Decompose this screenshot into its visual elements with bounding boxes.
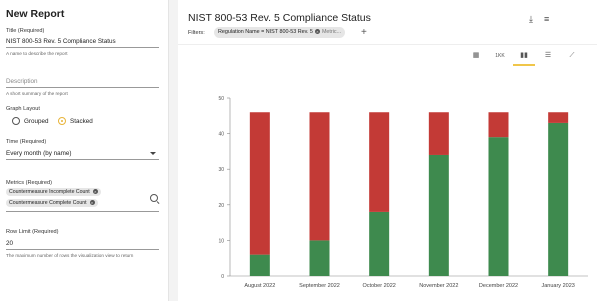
stacked-radio-label[interactable]: Stacked (70, 118, 93, 125)
x-tick-label: January 2023 (541, 283, 574, 289)
remove-chip-icon[interactable]: × (89, 200, 95, 206)
bar-chart-icon[interactable]: ☰ (537, 48, 559, 64)
search-icon[interactable] (150, 194, 158, 202)
bar-complete (488, 137, 509, 276)
report-settings-panel: New Report Title (Required) NIST 800-53 … (0, 0, 169, 301)
bar-incomplete (428, 112, 449, 155)
row-limit-label: Row Limit (Required) (6, 229, 59, 235)
metric-chip-label: Countermeasure Complete Count (9, 200, 87, 206)
remove-filter-icon[interactable]: × (314, 29, 320, 35)
metrics-label: Metrics (Required) (6, 180, 53, 186)
metric-chip-complete[interactable]: Countermeasure Complete Count × (6, 199, 98, 207)
metrics-underline (6, 211, 159, 212)
metric-chip-incomplete[interactable]: Countermeasure Incomplete Count × (6, 188, 101, 196)
x-tick-label: August 2022 (244, 283, 275, 289)
number-icon[interactable]: 1KK (489, 48, 511, 64)
graph-layout-label: Graph Layout (6, 106, 40, 112)
bar-incomplete (249, 112, 270, 255)
description-underline (6, 87, 159, 88)
x-tick-label: November 2022 (419, 283, 458, 289)
grouped-radio-label[interactable]: Grouped (24, 118, 49, 125)
time-underline (6, 159, 159, 160)
row-limit-underline (6, 249, 159, 250)
visualization-panel: NIST 800-53 Rev. 5 Compliance Status Fil… (178, 0, 597, 301)
column-chart-icon[interactable]: ▮▮ (513, 48, 535, 66)
row-limit-input[interactable]: 20 (6, 240, 13, 247)
line-chart-icon[interactable]: ⟋ (561, 48, 583, 64)
filters-label: Filters: (188, 30, 205, 36)
remove-chip-icon[interactable]: × (92, 189, 98, 195)
filter-icon[interactable]: ≡ (544, 14, 549, 24)
stacked-column-chart: 0 10 20 30 40 50 August 2022 September 2022 Octo… (218, 96, 588, 289)
x-tick-label: December 2022 (479, 283, 518, 289)
title-input[interactable]: NIST 800-53 Rev. 5 Compliance Status (6, 38, 116, 45)
filter-chip-label: Regulation Name = NIST 800-53 Rev. 5 (218, 29, 313, 35)
bar-incomplete (488, 112, 509, 138)
title-label: Title (Required) (6, 28, 45, 34)
x-tick-label: September 2022 (299, 283, 340, 289)
filter-metrics-input[interactable]: Metric... (322, 29, 341, 35)
title-underline (6, 47, 159, 48)
chevron-down-icon[interactable] (150, 152, 156, 155)
bar-complete (369, 211, 390, 276)
description-input[interactable]: Description (6, 78, 38, 85)
time-label: Time (Required) (6, 139, 47, 145)
time-select[interactable]: Every month (by name) (6, 150, 71, 157)
metric-chip-label: Countermeasure Incomplete Count (9, 189, 90, 195)
add-filter-icon[interactable]: + (361, 27, 367, 38)
bar-incomplete (309, 112, 330, 241)
description-hint: A short summary of the report (6, 91, 68, 96)
header-divider (178, 44, 597, 45)
y-tick-label: 0 (221, 274, 224, 280)
download-icon[interactable]: ⤓ (529, 14, 533, 25)
bar-complete (309, 240, 330, 276)
bar-incomplete (369, 112, 390, 212)
bar-complete (548, 122, 569, 276)
bar-complete (249, 254, 270, 276)
bar-incomplete (548, 112, 569, 123)
y-tick-label: 40 (218, 132, 224, 138)
y-tick-label: 30 (218, 167, 224, 173)
y-tick-label: 10 (218, 238, 224, 244)
title-hint: A name to describe the report (6, 51, 68, 56)
y-tick-label: 20 (218, 203, 224, 209)
x-tick-label: October 2022 (363, 283, 396, 289)
panel-heading: New Report (6, 8, 65, 20)
filter-chip[interactable]: Regulation Name = NIST 800-53 Rev. 5 × Met… (214, 27, 346, 38)
bar-complete (428, 154, 449, 276)
table-icon[interactable]: ▦ (465, 48, 487, 64)
visualization-title: NIST 800-53 Rev. 5 Compliance Status (188, 12, 371, 24)
y-tick-label: 50 (218, 96, 224, 102)
stacked-radio[interactable] (58, 117, 66, 125)
row-limit-hint: The maximum number of rows the visualiza… (6, 253, 134, 258)
grouped-radio[interactable] (12, 117, 20, 125)
